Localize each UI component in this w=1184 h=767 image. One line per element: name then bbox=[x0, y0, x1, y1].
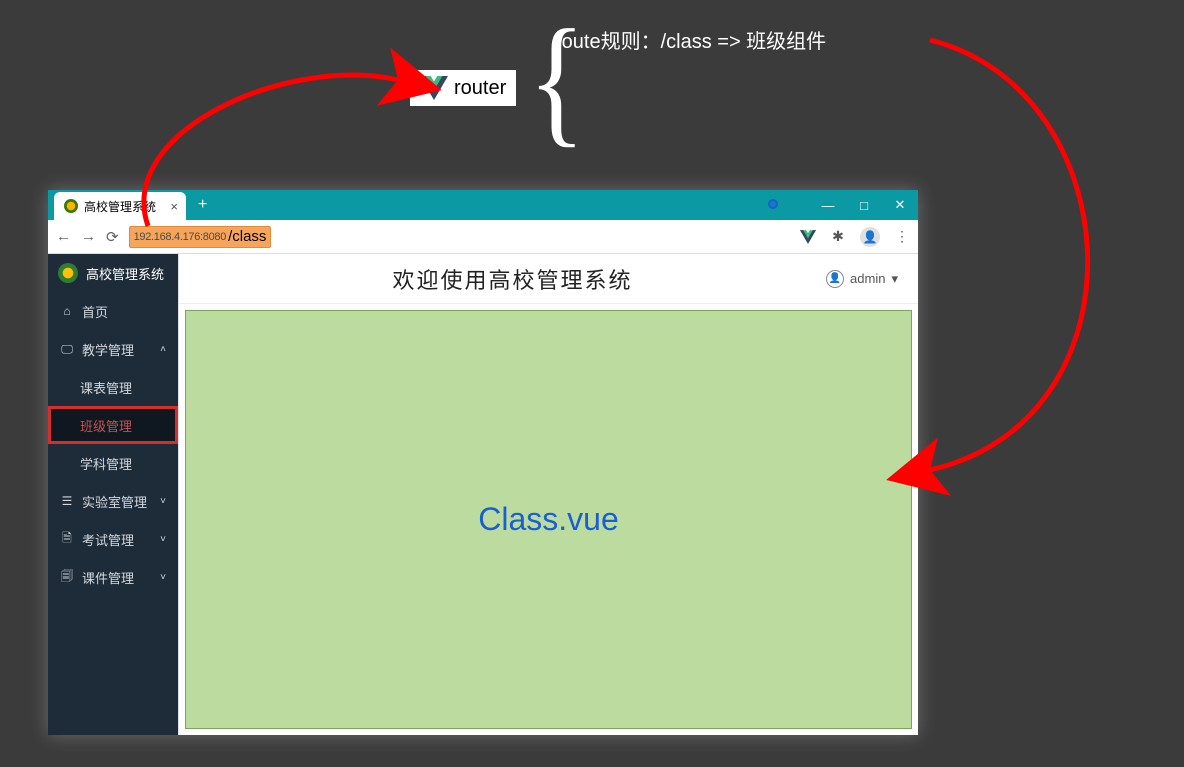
browser-tab[interactable]: 高校管理系统 × bbox=[54, 192, 186, 220]
vue-logo-icon bbox=[420, 76, 448, 100]
menu-icon: ☰ bbox=[60, 494, 74, 508]
sidebar-item-7[interactable]: 🗐 课件管理 ˅ bbox=[48, 558, 178, 596]
browser-window: 高校管理系统 × + — □ ✕ ← → ⟳ 192.168.4.176:808… bbox=[48, 190, 918, 735]
sidebar-item-5[interactable]: ☰ 实验室管理 ˅ bbox=[48, 482, 178, 520]
user-avatar-icon: 👤 bbox=[826, 270, 844, 288]
chevron-down-icon: ˅ bbox=[160, 572, 166, 583]
url-input[interactable]: 192.168.4.176:8080 /class bbox=[129, 226, 272, 248]
extensions-icon[interactable]: ✱ bbox=[830, 229, 846, 245]
vue-router-box: router bbox=[410, 70, 516, 106]
url-host: 192.168.4.176:8080 bbox=[134, 231, 226, 243]
menu-label: 首页 bbox=[82, 302, 108, 321]
sidebar-menu: ⌂ 首页 🖵 教学管理 ˄ 课表管理班级管理学科管理 ☰ 实验室管理 ˅ 🗎 考试管理 ˅ 🗐 课件管理 ˅ bbox=[48, 292, 178, 596]
window-maximize-button[interactable]: □ bbox=[846, 190, 882, 220]
sidebar: 高校管理系统 ⌂ 首页 🖵 教学管理 ˄ 课表管理班级管理学科管理 ☰ 实验室管理 ˅ 🗎 考试管理… bbox=[48, 254, 178, 735]
sidebar-item-0[interactable]: ⌂ 首页 bbox=[48, 292, 178, 330]
sidebar-item-1[interactable]: 🖵 教学管理 ˄ bbox=[48, 330, 178, 368]
window-minimize-button[interactable]: — bbox=[810, 190, 846, 220]
page-title: 欢迎使用高校管理系统 bbox=[199, 263, 826, 295]
menu-label: 实验室管理 bbox=[82, 492, 147, 511]
app-header: 欢迎使用高校管理系统 👤 admin ▾ bbox=[179, 254, 918, 304]
window-close-button[interactable]: ✕ bbox=[882, 190, 918, 220]
menu-label: 课表管理 bbox=[80, 378, 132, 397]
chevron-down-icon: ˅ bbox=[160, 534, 166, 545]
menu-label: 教学管理 bbox=[82, 340, 134, 359]
browser-titlebar: 高校管理系统 × + — □ ✕ bbox=[48, 190, 918, 220]
main-area: 欢迎使用高校管理系统 👤 admin ▾ Class.vue bbox=[178, 254, 918, 735]
menu-icon: 🗎 bbox=[60, 529, 74, 550]
tab-close-icon[interactable]: × bbox=[170, 199, 178, 214]
addrbar-right: ✱ 👤 ⋮ bbox=[800, 227, 910, 247]
router-view: Class.vue bbox=[185, 310, 912, 729]
chevron-up-icon: ˄ bbox=[160, 344, 166, 355]
sidebar-item-4[interactable]: 学科管理 bbox=[48, 444, 178, 482]
chevron-down-icon: ▾ bbox=[891, 271, 898, 287]
menu-icon: 🖵 bbox=[60, 342, 74, 357]
reload-icon[interactable]: ⟳ bbox=[106, 228, 119, 246]
user-menu[interactable]: 👤 admin ▾ bbox=[826, 270, 898, 288]
brand: 高校管理系统 bbox=[48, 254, 178, 292]
sidebar-item-2[interactable]: 课表管理 bbox=[48, 368, 178, 406]
forward-icon[interactable]: → bbox=[81, 228, 96, 245]
menu-icon: 🗐 bbox=[60, 567, 74, 588]
profile-avatar-icon[interactable]: 👤 bbox=[860, 227, 880, 247]
recording-dot-icon bbox=[768, 199, 778, 209]
brand-title: 高校管理系统 bbox=[86, 264, 164, 283]
tab-title: 高校管理系统 bbox=[84, 198, 156, 215]
address-bar: ← → ⟳ 192.168.4.176:8080 /class ✱ 👤 ⋮ bbox=[48, 220, 918, 254]
sidebar-item-6[interactable]: 🗎 考试管理 ˅ bbox=[48, 520, 178, 558]
vue-devtools-icon[interactable] bbox=[800, 229, 816, 245]
route-rule-text: route规则：/class => 班级组件 bbox=[555, 25, 826, 54]
sidebar-item-3[interactable]: 班级管理 bbox=[48, 406, 178, 444]
window-controls: — □ ✕ bbox=[810, 190, 918, 220]
menu-label: 考试管理 bbox=[82, 530, 134, 549]
router-label: router bbox=[454, 77, 506, 100]
user-name: admin bbox=[850, 271, 885, 286]
new-tab-button[interactable]: + bbox=[198, 196, 207, 214]
menu-label: 学科管理 bbox=[80, 454, 132, 473]
app-shell: 高校管理系统 ⌂ 首页 🖵 教学管理 ˄ 课表管理班级管理学科管理 ☰ 实验室管理 ˅ 🗎 考试管理… bbox=[48, 254, 918, 735]
menu-label: 班级管理 bbox=[80, 416, 132, 435]
chevron-down-icon: ˅ bbox=[160, 496, 166, 507]
browser-menu-icon[interactable]: ⋮ bbox=[894, 229, 910, 245]
component-name: Class.vue bbox=[478, 501, 619, 538]
menu-icon: ⌂ bbox=[60, 304, 74, 318]
menu-label: 课件管理 bbox=[82, 568, 134, 587]
back-icon[interactable]: ← bbox=[56, 228, 71, 245]
tab-favicon bbox=[64, 199, 78, 213]
brand-logo-icon bbox=[58, 263, 78, 283]
url-path: /class bbox=[228, 228, 266, 245]
